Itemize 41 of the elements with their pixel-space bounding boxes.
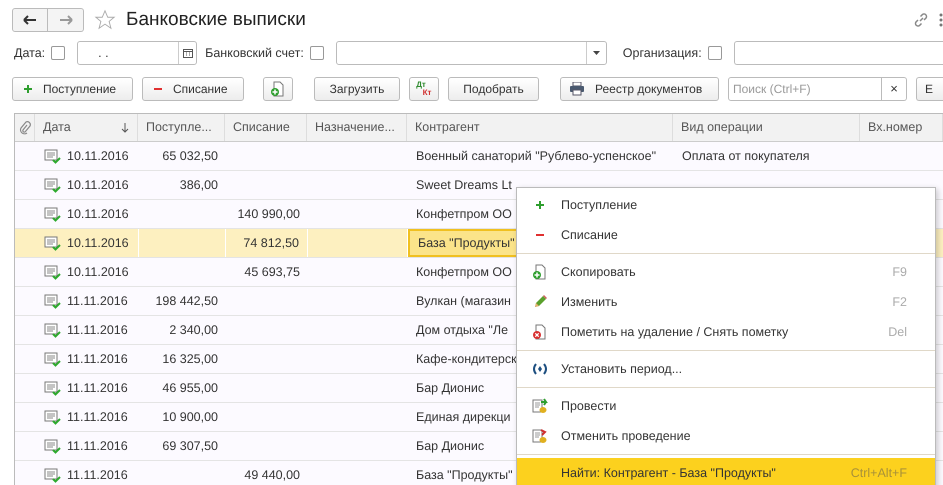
table-cell-text: Конфетпром ОО	[416, 206, 512, 223]
filter-label: Дата:	[14, 44, 46, 62]
filter-label: Организация:	[622, 44, 702, 62]
table-cell-text: Единая дирекци	[416, 408, 511, 426]
table-cell-text: 10.11.2016	[67, 148, 129, 165]
table-cell-text: 45 693,75	[244, 264, 300, 281]
table-cell-text: 11.11.2016	[67, 466, 128, 484]
table-cell-text: 69 307,50	[162, 438, 218, 455]
table-cell-text: Конфетпром ОО	[416, 264, 512, 281]
table-cell-text: Бар Дионис	[416, 438, 484, 455]
table-cell-text: 2 340,00	[169, 322, 218, 339]
table-cell-text: Вулкан (магазин	[416, 292, 511, 310]
table-cell-text: Оплата от покупателя	[682, 148, 810, 165]
table-cell-text: 10.11.2016	[67, 176, 129, 194]
table-cell-text: 11.11.2016	[67, 350, 128, 368]
table-cell-text: Военный санаторий "Рублево-успенское"	[416, 148, 656, 165]
table-cell-text: 46 955,00	[162, 380, 218, 397]
table-cell-text: 10.11.2016	[67, 206, 129, 223]
table-cell-text: 11.11.2016	[67, 322, 128, 339]
table-cell-text: 11.11.2016	[67, 380, 128, 397]
filter-label: Банковский счет:	[205, 44, 304, 62]
table-cell-text: 65 032,50	[162, 148, 218, 165]
table-cell-text: База "Продукты"	[416, 466, 513, 484]
table-cell-text: 10 900,00	[162, 408, 218, 426]
table-cell-text: 74 812,50	[243, 234, 299, 252]
table-cell-text: База "Продукты"	[418, 234, 515, 252]
table-cell-text: Бар Дионис	[416, 380, 484, 397]
table-cell-text: 386,00	[180, 176, 218, 194]
table-cell-text: 11.11.2016	[67, 438, 128, 455]
table-cell-text: Дом отдыха "Ле	[416, 322, 508, 339]
table-cell-text: Sweet Dreams Lt	[416, 176, 512, 194]
table-cell-text: 10.11.2016	[67, 264, 129, 281]
window-title: Банковские выписки	[126, 8, 306, 32]
table-cell-text: 11.11.2016	[67, 408, 128, 426]
table-cell-text: Кафе-кондитерск	[416, 350, 517, 368]
table-cell-text: 198 442,50	[155, 292, 218, 310]
table-cell-text: 16 325,00	[162, 350, 218, 368]
table-cell-text: 11.11.2016	[67, 292, 128, 310]
table-cell-text: 140 990,00	[237, 206, 300, 223]
table-cell-text: 10.11.2016	[67, 234, 129, 252]
table-cell-text: 49 440,00	[244, 466, 300, 484]
